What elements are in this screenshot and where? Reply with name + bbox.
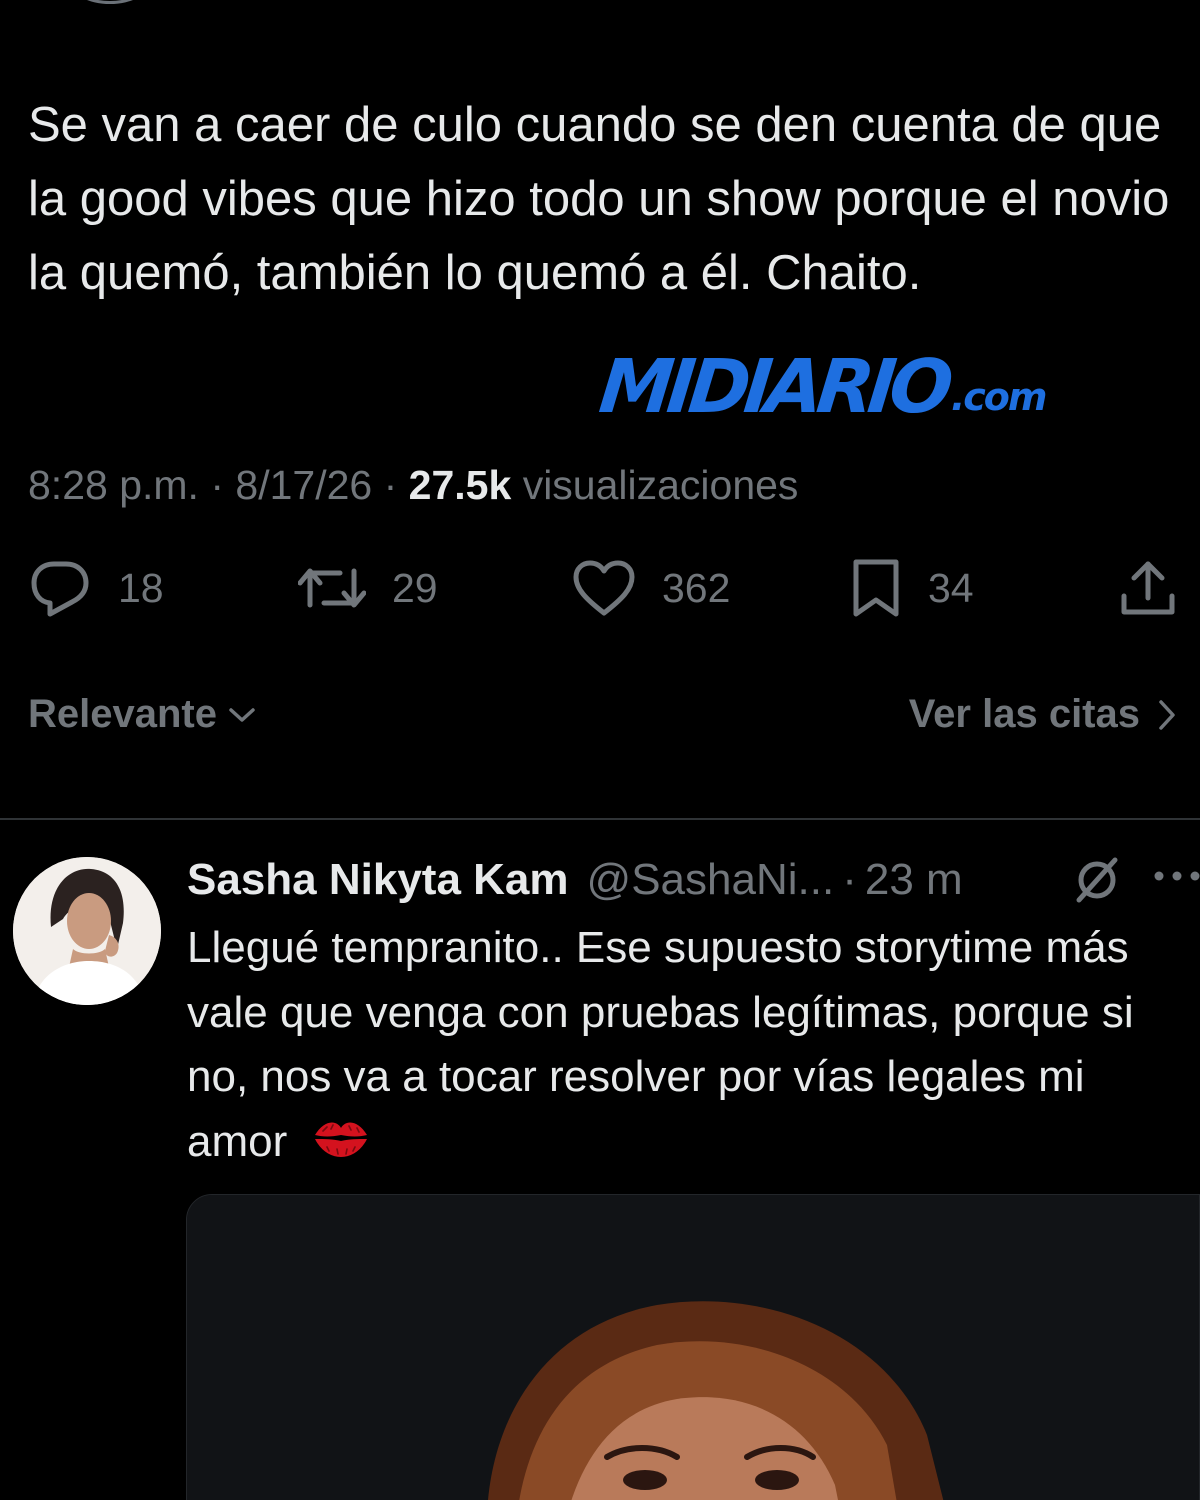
action-bar: 18 29 362 34 — [0, 556, 1200, 620]
reply-count: 18 — [118, 564, 164, 611]
bookmark-count: 34 — [928, 564, 974, 611]
media-image — [187, 1195, 1199, 1500]
views-count: 27.5k — [408, 462, 512, 508]
like-count: 362 — [662, 564, 731, 611]
like-button[interactable]: 362 — [572, 556, 730, 620]
tweet-text: Se van a caer de culo cuando se den cuen… — [28, 98, 1170, 300]
midiario-watermark: MIDIARIO .com — [595, 344, 1048, 430]
heart-icon — [573, 560, 635, 616]
previous-avatar-edge — [70, 0, 150, 4]
share-button[interactable] — [1120, 556, 1176, 620]
tweet-time[interactable]: 8:28 p.m. — [28, 462, 199, 508]
share-icon — [1121, 561, 1175, 615]
repost-count: 29 — [392, 564, 438, 611]
view-quotes-link[interactable]: Ver las citas — [909, 692, 1178, 737]
tweet-date[interactable]: 8/17/26 — [235, 462, 372, 508]
chevron-down-icon — [229, 707, 255, 722]
reply-separator: · — [842, 855, 857, 904]
avatar-image — [13, 857, 161, 1005]
tweet-meta: 8:28 p.m. · 8/17/26 · 27.5k visualizacio… — [28, 462, 798, 509]
reply-header: Sasha Nikyta Kam @SashaNi... · 23 m — [187, 852, 1200, 908]
bookmark-button[interactable]: 34 — [850, 556, 974, 620]
sort-label: Relevante — [28, 692, 217, 736]
meta-separator: · — [383, 462, 398, 508]
view-quotes-label: Ver las citas — [908, 692, 1140, 736]
chevron-right-icon — [1159, 699, 1175, 730]
bookmark-icon — [853, 559, 899, 617]
reply-media[interactable] — [186, 1194, 1200, 1500]
views-label: visualizaciones — [522, 462, 799, 508]
repost-icon — [298, 568, 366, 608]
meta-separator: · — [210, 462, 224, 508]
watermark-suffix: .com — [950, 375, 1048, 419]
reply-author-handle[interactable]: @SashaNi... — [587, 855, 835, 905]
comment-icon — [31, 561, 89, 617]
grok-icon[interactable] — [1073, 856, 1121, 904]
repost-button[interactable]: 29 — [298, 556, 438, 620]
reply-author-name[interactable]: Sasha Nikyta Kam — [187, 855, 569, 905]
section-divider — [0, 818, 1200, 820]
watermark-main: MIDIARIO — [595, 344, 952, 430]
kiss-mark-icon — [315, 1122, 368, 1157]
reply-text-block: Llegué tempranito.. Ese supuesto storyti… — [187, 916, 1187, 1174]
reply-button[interactable]: 18 — [28, 556, 164, 620]
more-icon[interactable] — [1154, 866, 1200, 886]
avatar[interactable] — [13, 857, 161, 1005]
reply-time[interactable]: 23 m — [865, 855, 963, 905]
sort-dropdown[interactable]: Relevante — [28, 692, 257, 737]
